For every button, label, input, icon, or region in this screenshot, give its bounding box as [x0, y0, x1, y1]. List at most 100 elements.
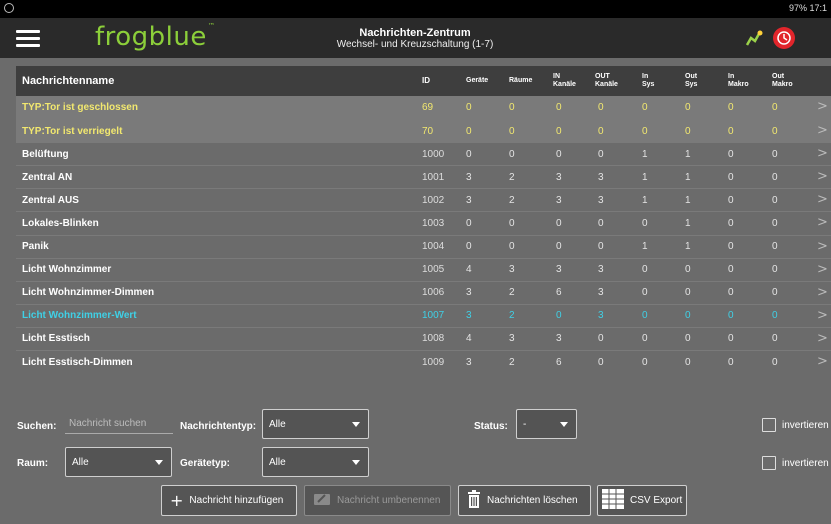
cell-in-makro: 0	[728, 333, 734, 345]
status-value: -	[523, 418, 527, 430]
cell-out-sys: 1	[685, 148, 691, 160]
cell-raeume: 0	[509, 125, 515, 137]
chevron-right-icon[interactable]: >	[817, 262, 828, 277]
table-row[interactable]: TYP:Tor ist geschlossen 69 0 0 0 0 0 0 0 0 >	[16, 96, 831, 120]
raum-label: Raum:	[17, 458, 49, 469]
cell-out-sys: 0	[685, 101, 691, 113]
col-header-name[interactable]: Nachrichtenname	[22, 66, 114, 96]
cell-in-kanaele: 0	[556, 310, 562, 322]
cell-id: 1002	[422, 194, 445, 206]
cell-name: Zentral AN	[22, 171, 73, 183]
logo: frogblue™	[95, 22, 215, 52]
status-bar: 97% 17:1	[0, 0, 831, 18]
cell-in-makro: 0	[728, 171, 734, 183]
cell-raeume: 2	[509, 171, 515, 183]
invert-checkbox-2[interactable]	[762, 456, 776, 470]
col-header-id[interactable]: ID	[422, 66, 430, 96]
chevron-right-icon[interactable]: >	[817, 170, 828, 184]
cell-id: 1008	[422, 333, 445, 345]
table-row[interactable]: TYP:Tor ist verriegelt 70 0 0 0 0 0 0 0 0 >	[16, 119, 831, 143]
chevron-right-icon[interactable]: >	[817, 193, 828, 207]
cell-in-kanaele: 0	[556, 217, 562, 229]
table-row[interactable]: Licht Esstisch 1008 4 3 3 0 0 0 0 0 >	[16, 326, 831, 350]
spreadsheet-icon	[602, 489, 624, 512]
cell-name: Panik	[22, 241, 49, 253]
raum-select[interactable]: Alle	[65, 447, 172, 477]
cell-raeume: 0	[509, 217, 515, 229]
status-select[interactable]: -	[516, 409, 577, 439]
chevron-right-icon[interactable]: >	[817, 216, 828, 230]
cell-out-kanaele: 0	[598, 125, 604, 137]
logo-text: frogblue	[95, 22, 207, 52]
chevron-right-icon[interactable]: >	[817, 308, 828, 323]
cell-in-kanaele: 0	[556, 241, 562, 253]
cell-geraete: 3	[466, 171, 472, 183]
table-row[interactable]: Licht Wohnzimmer-Wert 1007 3 2 0 3 0 0 0 0 >	[16, 303, 831, 327]
notification-icon	[4, 3, 14, 13]
col-header-out-makro[interactable]: Out Makro	[772, 66, 798, 96]
chevron-right-icon[interactable]: >	[817, 285, 828, 300]
cell-raeume: 2	[509, 356, 515, 368]
chevron-right-icon[interactable]: >	[817, 239, 828, 254]
table-row[interactable]: Licht Esstisch-Dimmen 1009 3 2 6 0 0 0 0 0 >	[16, 350, 831, 373]
col-header-out-sys[interactable]: Out Sys	[685, 66, 705, 96]
cell-in-makro: 0	[728, 194, 734, 206]
cell-in-kanaele: 6	[556, 287, 562, 299]
cell-in-kanaele: 3	[556, 264, 562, 276]
col-header-in-sys[interactable]: In Sys	[642, 66, 662, 96]
geraetetyp-select[interactable]: Alle	[262, 447, 369, 477]
cell-id: 1003	[422, 217, 445, 229]
chevron-right-icon[interactable]: >	[817, 331, 828, 346]
cell-in-sys: 1	[642, 148, 648, 160]
cell-raeume: 3	[509, 333, 515, 345]
page-title-block: Nachrichten-Zentrum Wechsel- und Kreuzsc…	[300, 27, 530, 51]
alarm-clock-icon[interactable]	[773, 27, 795, 49]
rename-message-button[interactable]: Nachricht umbenennen	[304, 485, 451, 516]
cell-geraete: 3	[466, 310, 472, 322]
search-input[interactable]	[65, 414, 173, 434]
cell-out-makro: 0	[772, 287, 778, 299]
cell-in-makro: 0	[728, 125, 734, 137]
cell-in-makro: 0	[728, 241, 734, 253]
table-row[interactable]: Panik 1004 0 0 0 0 1 1 0 0 >	[16, 234, 831, 258]
connection-status-icon[interactable]	[745, 29, 763, 47]
csv-export-button[interactable]: CSV Export	[597, 485, 687, 516]
col-header-geraete[interactable]: Geräte	[466, 66, 488, 96]
invert-checkbox-1[interactable]	[762, 418, 776, 432]
cell-in-sys: 0	[642, 217, 648, 229]
cell-in-makro: 0	[728, 287, 734, 299]
table-row[interactable]: Licht Wohnzimmer 1005 4 3 3 3 0 0 0 0 >	[16, 257, 831, 281]
status-label: Status:	[474, 421, 508, 432]
cell-in-kanaele: 3	[556, 194, 562, 206]
table-row[interactable]: Zentral AUS 1002 3 2 3 3 1 1 0 0 >	[16, 188, 831, 211]
cell-out-sys: 0	[685, 333, 691, 345]
chevron-right-icon[interactable]: >	[817, 100, 828, 114]
hamburger-menu-icon[interactable]	[16, 28, 40, 48]
cell-out-sys: 0	[685, 125, 691, 137]
col-header-in-kanaele[interactable]: IN Kanäle	[553, 66, 579, 96]
cell-geraete: 0	[466, 101, 472, 113]
table-row[interactable]: Belüftung 1000 0 0 0 0 1 1 0 0 >	[16, 142, 831, 165]
cell-raeume: 0	[509, 101, 515, 113]
table-row[interactable]: Licht Wohnzimmer-Dimmen 1006 3 2 6 3 0 0 0 0 >	[16, 280, 831, 304]
nachrichtentyp-select[interactable]: Alle	[262, 409, 369, 439]
cell-in-sys: 1	[642, 171, 648, 183]
chevron-down-icon	[352, 460, 360, 465]
cell-out-makro: 0	[772, 310, 778, 322]
table-row[interactable]: Zentral AN 1001 3 2 3 3 1 1 0 0 >	[16, 165, 831, 188]
chevron-right-icon[interactable]: >	[817, 124, 828, 138]
cell-out-kanaele: 3	[598, 264, 604, 276]
messages-table: Nachrichtenname ID Geräte Räume IN Kanäl…	[16, 66, 831, 373]
col-header-raeume[interactable]: Räume	[509, 66, 532, 96]
chevron-right-icon[interactable]: >	[817, 147, 828, 161]
add-message-button[interactable]: + Nachricht hinzufügen	[161, 485, 297, 516]
delete-messages-button[interactable]: Nachrichten löschen	[458, 485, 591, 516]
col-header-out-kanaele[interactable]: OUT Kanäle	[595, 66, 621, 96]
cell-out-sys: 1	[685, 171, 691, 183]
status-bar-info: 97% 17:1	[788, 3, 827, 13]
cell-id: 1009	[422, 356, 445, 368]
col-header-in-makro[interactable]: In Makro	[728, 66, 754, 96]
app-header: frogblue™ Nachrichten-Zentrum Wechsel- u…	[0, 18, 831, 58]
chevron-right-icon[interactable]: >	[817, 355, 828, 369]
table-row[interactable]: Lokales-Blinken 1003 0 0 0 0 0 1 0 0 >	[16, 211, 831, 234]
